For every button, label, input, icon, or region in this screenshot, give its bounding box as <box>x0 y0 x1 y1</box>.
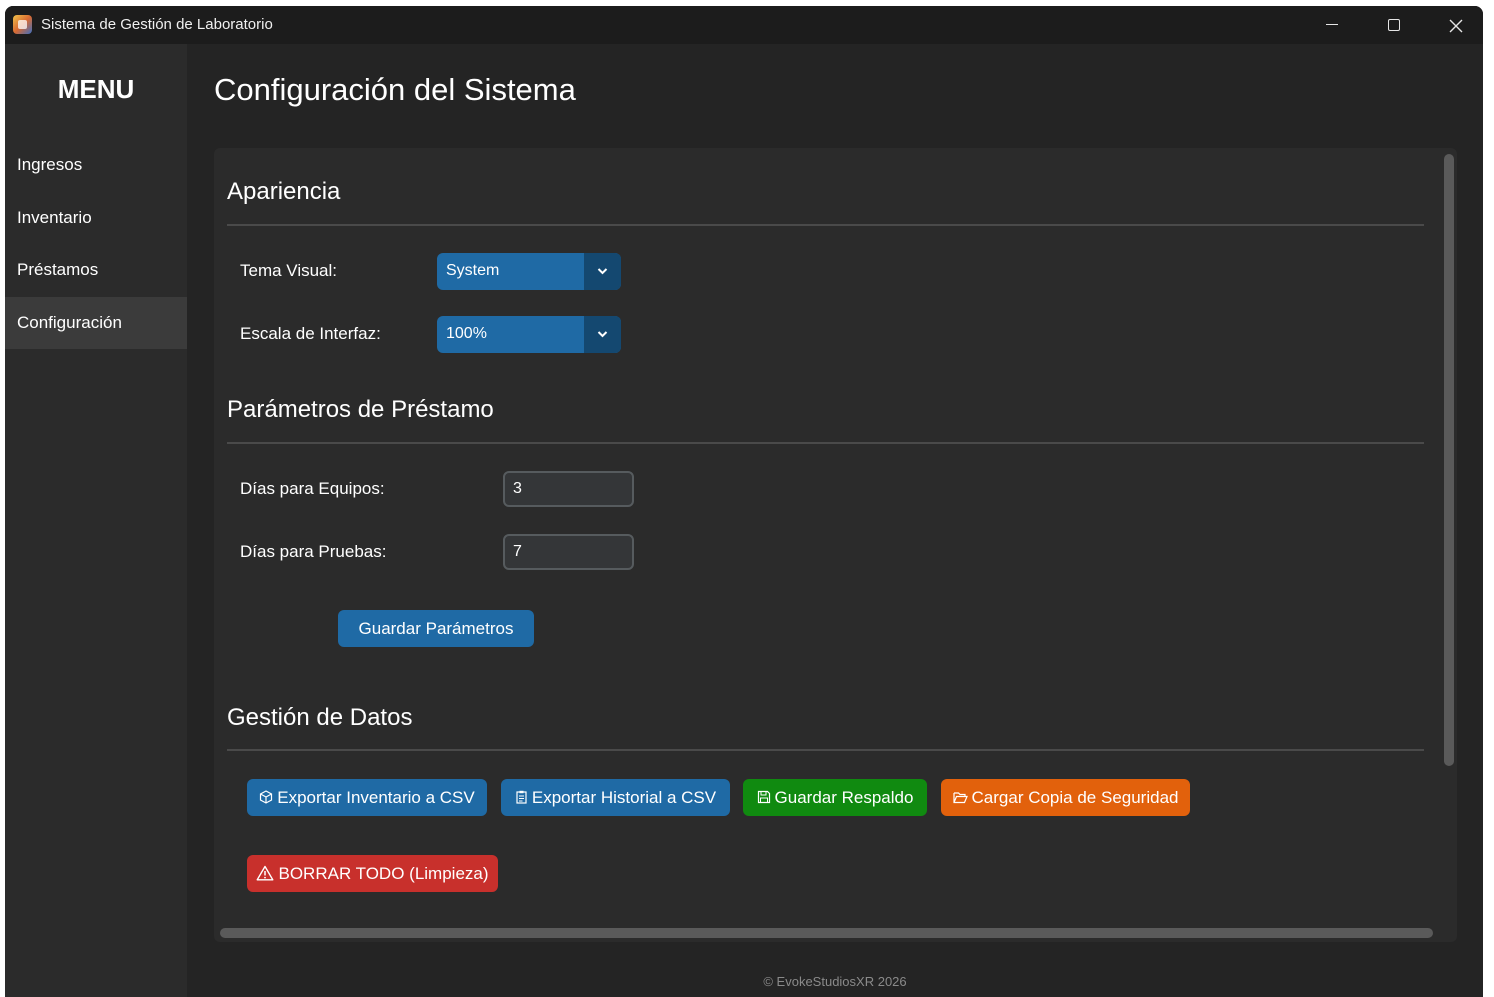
app-icon <box>13 15 32 34</box>
sidebar: MENU Ingresos Inventario Préstamos Confi… <box>5 44 187 997</box>
export-inventory-label: Exportar Inventario a CSV <box>277 788 475 807</box>
title-bar: Sistema de Gestión de Laboratorio <box>5 6 1483 44</box>
theme-dropdown-button[interactable] <box>584 253 621 290</box>
save-backup-label: Guardar Respaldo <box>774 788 914 807</box>
sidebar-item-inventario[interactable]: Inventario <box>5 192 187 244</box>
theme-select-value: System <box>446 262 500 279</box>
floppy-disk-icon <box>757 790 770 804</box>
section-title-loan-params: Parámetros de Préstamo <box>227 396 494 423</box>
save-parameters-button[interactable]: Guardar Parámetros <box>338 610 534 647</box>
settings-scroll-frame: Apariencia Tema Visual: System Escala de… <box>214 148 1457 942</box>
close-button[interactable] <box>1425 6 1483 44</box>
folder-open-icon <box>952 791 968 803</box>
section-divider <box>227 442 1424 444</box>
page-title: Configuración del Sistema <box>214 72 576 107</box>
minimize-button[interactable] <box>1301 6 1363 44</box>
section-divider <box>227 749 1424 751</box>
close-icon <box>1449 19 1463 33</box>
minimize-icon <box>1326 24 1338 26</box>
load-backup-button[interactable]: Cargar Copia de Seguridad <box>941 779 1190 816</box>
delete-all-label: BORRAR TODO (Limpieza) <box>278 864 489 883</box>
sidebar-title: MENU <box>57 74 135 104</box>
chevron-down-icon <box>597 331 608 338</box>
tests-days-input[interactable] <box>503 534 634 570</box>
tests-days-label: Días para Pruebas: <box>240 542 387 561</box>
save-backup-button[interactable]: Guardar Respaldo <box>743 779 927 816</box>
theme-select[interactable]: System <box>437 253 621 290</box>
horizontal-scrollbar[interactable] <box>220 928 1433 938</box>
theme-label: Tema Visual: <box>240 261 338 280</box>
equipment-days-input[interactable] <box>503 471 634 507</box>
maximize-icon <box>1388 18 1400 31</box>
clipboard-icon <box>516 790 527 804</box>
app-window: Sistema de Gestión de Laboratorio MENU I… <box>5 6 1483 997</box>
package-icon <box>260 790 273 804</box>
warning-icon <box>256 865 274 881</box>
export-inventory-button[interactable]: Exportar Inventario a CSV <box>247 779 487 816</box>
chevron-down-icon <box>597 268 608 275</box>
window-title: Sistema de Gestión de Laboratorio <box>41 16 273 33</box>
scale-dropdown-button[interactable] <box>584 316 621 353</box>
sidebar-item-configuracion[interactable]: Configuración <box>5 297 187 349</box>
section-divider <box>227 224 1424 226</box>
section-title-appearance: Apariencia <box>227 178 341 205</box>
scale-select[interactable]: 100% <box>437 316 621 353</box>
footer-copyright: © EvokeStudiosXR 2026 <box>763 974 907 989</box>
scale-select-value: 100% <box>446 325 487 342</box>
sidebar-item-ingresos[interactable]: Ingresos <box>5 139 187 191</box>
section-title-data-management: Gestión de Datos <box>227 704 413 731</box>
load-backup-label: Cargar Copia de Seguridad <box>971 788 1179 807</box>
maximize-button[interactable] <box>1363 6 1425 44</box>
export-history-button[interactable]: Exportar Historial a CSV <box>501 779 730 816</box>
equipment-days-label: Días para Equipos: <box>240 479 385 498</box>
delete-all-button[interactable]: BORRAR TODO (Limpieza) <box>247 855 498 892</box>
sidebar-item-prestamos[interactable]: Préstamos <box>5 244 187 296</box>
export-history-label: Exportar Historial a CSV <box>531 788 717 807</box>
vertical-scrollbar[interactable] <box>1444 154 1454 766</box>
scale-label: Escala de Interfaz: <box>240 324 381 343</box>
